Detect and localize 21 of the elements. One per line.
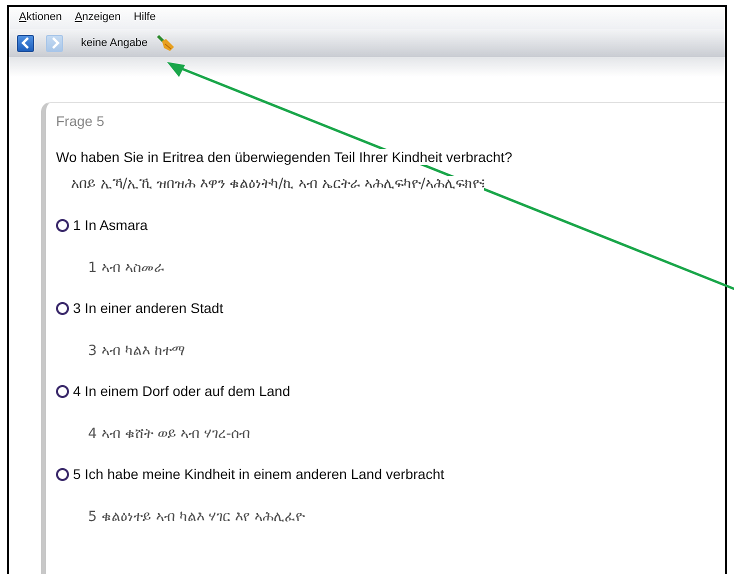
option-label[interactable]: 4 In einem Dorf oder auf dem Land xyxy=(73,383,290,399)
back-button[interactable] xyxy=(17,34,34,52)
no-answer-label: keine Angabe xyxy=(81,37,148,49)
menu-item[interactable]: Hilfe xyxy=(134,11,156,29)
option-translation: 4 ኣብ ቁሸት ወይ ኣብ ሃገረ-ሰብ xyxy=(88,426,252,442)
radio-button[interactable] xyxy=(56,218,69,232)
menu-item[interactable]: Anzeigen xyxy=(74,11,121,29)
question-text: Wo haben Sie in Eritrea den überwiegenden Teil Ihrer Kindheit verbracht? xyxy=(56,149,512,165)
radio-button[interactable] xyxy=(56,384,69,398)
option-label[interactable]: 5 Ich habe meine Kindheit in einem anderen Land verbracht xyxy=(73,466,444,482)
option-translation: 1 ኣብ ኣስመራ xyxy=(88,260,165,276)
option-label[interactable]: 3 In einer anderen Stadt xyxy=(73,300,224,316)
menu-item[interactable]: Aktionen xyxy=(19,11,62,29)
question-translation: አበይ ኢኻ/ኢኺ ዝበዝሕ እዋን ቁልዕነትካ/ኪ ኣብ ኤርትራ ኣሕሊፍካዮ/ኣሕሊፍክዮ፧ xyxy=(71,176,484,192)
broom-icon[interactable] xyxy=(156,34,176,52)
option-translation: 3 ኣብ ካልእ ከተማ xyxy=(88,343,186,359)
radio-button[interactable] xyxy=(56,302,69,314)
radio-button[interactable] xyxy=(56,468,69,480)
question-number: Frage 5 xyxy=(56,113,106,129)
option-label[interactable]: 1 In Asmara xyxy=(73,217,148,233)
option-translation: 5 ቁልዕነተይ ኣብ ካልእ ሃገር እየ ኣሕሊፈዮ xyxy=(88,509,306,525)
